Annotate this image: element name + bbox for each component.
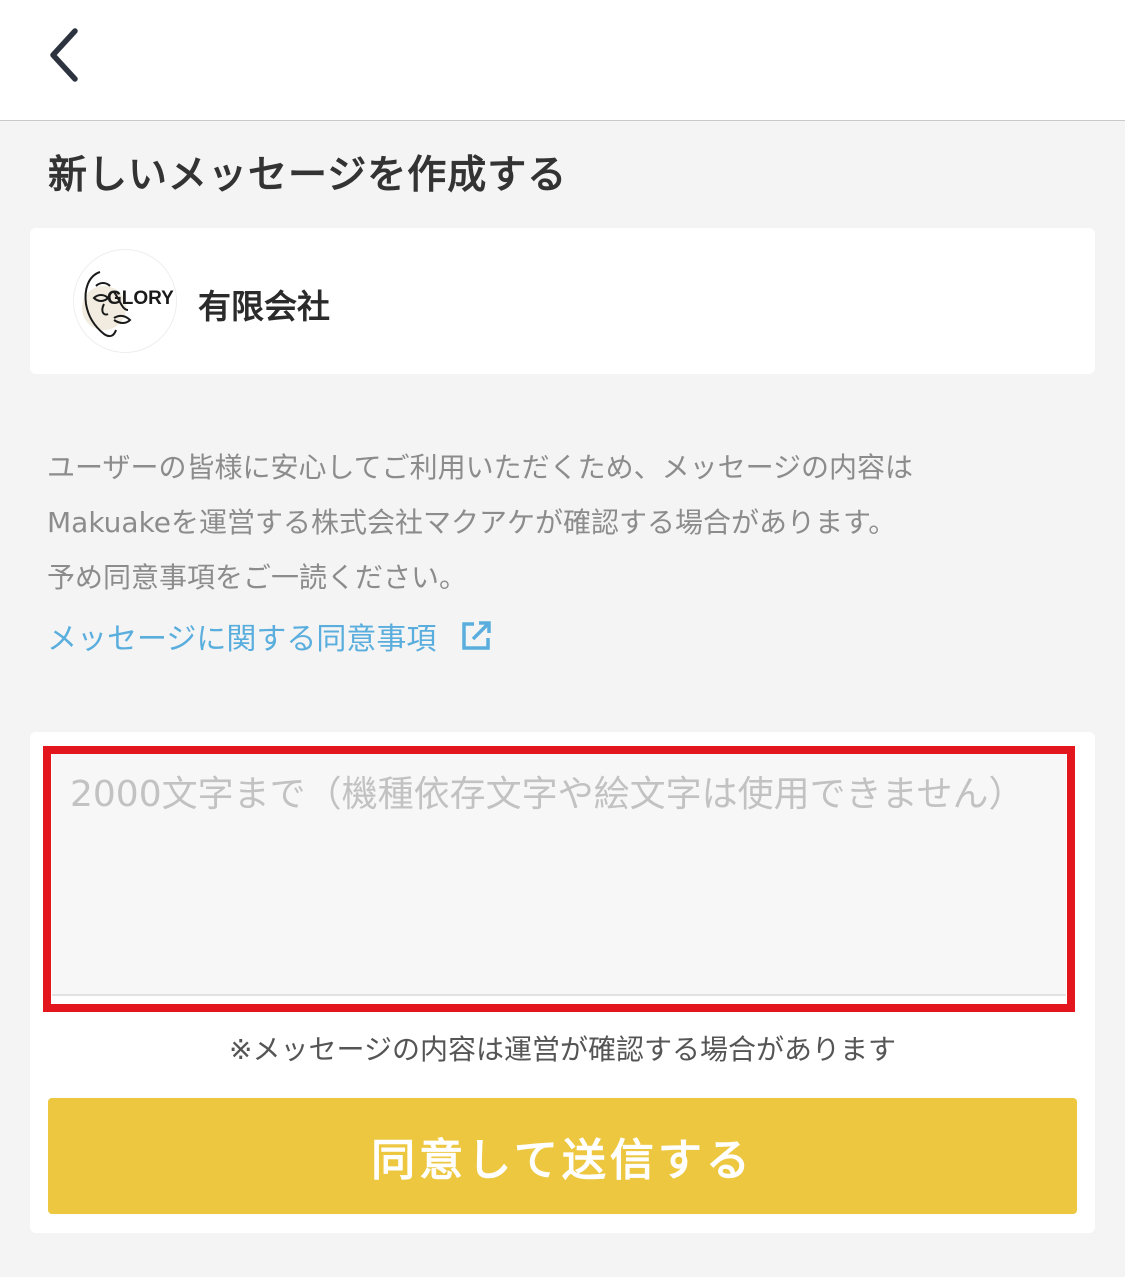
agreement-terms-link[interactable]: メッセージに関する同意事項 [47, 610, 492, 662]
company-logo: GLORY [82, 271, 174, 338]
consent-notice: ユーザーの皆様に安心してご利用いただくため、メッセージの内容は Makuakeを… [47, 440, 1097, 605]
external-link-icon [462, 621, 492, 650]
message-textarea[interactable] [52, 754, 1066, 996]
agreement-terms-label: メッセージに関する同意事項 [47, 622, 437, 657]
company-logo-avatar: GLORY [73, 249, 177, 353]
top-bar [0, 0, 1125, 121]
company-name: 有限会社 [198, 287, 330, 326]
chevron-left-icon [50, 28, 78, 82]
company-card: GLORY 有限会社 [30, 228, 1095, 374]
notice-line: ユーザーの皆様に安心してご利用いただくため、メッセージの内容は [47, 451, 914, 484]
agree-and-send-button[interactable]: 同意して送信する [48, 1098, 1077, 1214]
svg-text:GLORY: GLORY [107, 288, 174, 309]
page-title: 新しいメッセージを作成する [48, 153, 568, 198]
notice-line: 予め同意事項をご一読ください。 [47, 561, 468, 594]
message-form: ※メッセージの内容は運営が確認する場合があります 同意して送信する [30, 732, 1095, 1233]
notice-line: Makuakeを運営する株式会社マクアケが確認する場合があります。 [47, 506, 897, 539]
moderation-note: ※メッセージの内容は運営が確認する場合があります [229, 1033, 896, 1066]
back-button[interactable] [30, 20, 100, 90]
